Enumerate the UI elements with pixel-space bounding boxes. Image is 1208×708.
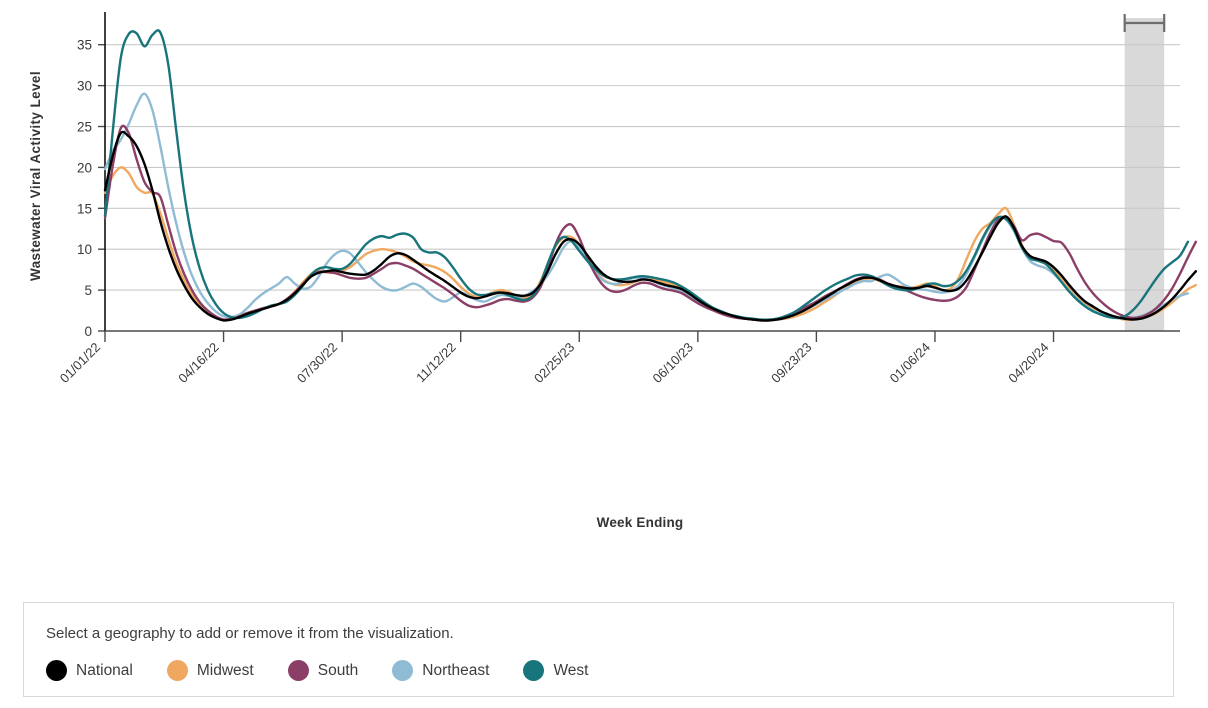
x-tick-label: 01/06/24 [887, 340, 933, 386]
x-tick-label: 01/01/22 [57, 340, 103, 386]
x-axis-title: Week Ending [597, 515, 684, 530]
legend-item-label: West [553, 661, 589, 679]
legend-item-label: South [317, 661, 359, 679]
legend-color-dot-icon [392, 660, 414, 681]
series-line-midwest [103, 166, 1198, 322]
legend-color-dot-icon [523, 660, 545, 681]
legend-item-national[interactable]: National [42, 658, 137, 683]
y-tick-label: 0 [84, 324, 92, 339]
y-tick-label: 25 [77, 120, 92, 135]
legend-item-midwest[interactable]: Midwest [163, 658, 258, 683]
series-line-northeast [103, 92, 1190, 322]
series-line-south [103, 124, 1198, 322]
series-line-national [103, 130, 1198, 322]
x-tick-label: 04/16/22 [175, 340, 221, 386]
series-line-west [103, 29, 1190, 321]
x-tick-label: 07/30/22 [294, 340, 340, 386]
gridlines [105, 44, 1180, 332]
y-tick-label: 10 [77, 242, 92, 257]
x-tick-label: 09/23/23 [768, 340, 814, 386]
legend-item-northeast[interactable]: Northeast [388, 658, 493, 683]
legend-item-list: National Midwest South Northeast West [42, 658, 618, 683]
wastewater-activity-chart-page: 0 5 10 15 20 25 30 35 01/01/22 04/16/22 07/30/22 1… [0, 0, 1208, 708]
y-tick-label: 5 [84, 283, 92, 298]
chart-region: 0 5 10 15 20 25 30 35 01/01/22 04/16/22 07/30/22 1… [0, 0, 1208, 560]
legend-item-label: National [76, 661, 133, 679]
recent-weeks-highlight-band [1123, 14, 1166, 331]
legend-instruction: Select a geography to add or remove it f… [46, 625, 454, 642]
y-axis-ticks: 0 5 10 15 20 25 30 35 [77, 38, 105, 339]
y-tick-label: 20 [77, 160, 92, 175]
x-tick-label: 11/12/22 [413, 340, 459, 386]
y-tick-label: 35 [77, 38, 92, 53]
x-axis-ticks: 01/01/22 04/16/22 07/30/22 11/12/22 02/25/23… [57, 331, 1055, 386]
legend-item-west[interactable]: West [519, 658, 592, 683]
legend-panel: Select a geography to add or remove it f… [23, 602, 1174, 697]
y-tick-label: 15 [77, 201, 92, 216]
x-tick-label: 06/10/23 [650, 340, 696, 386]
legend-item-south[interactable]: South [284, 658, 363, 683]
line-chart-svg[interactable]: 0 5 10 15 20 25 30 35 01/01/22 04/16/22 07/30/22 1… [0, 0, 1208, 560]
y-axis-title: Wastewater Viral Activity Level [28, 71, 43, 281]
legend-color-dot-icon [287, 660, 309, 681]
legend-color-dot-icon [166, 660, 188, 681]
legend-item-label: Northeast [422, 661, 490, 679]
legend-color-dot-icon [46, 660, 67, 681]
x-tick-label: 04/20/24 [1005, 340, 1051, 386]
x-tick-label: 02/25/23 [531, 340, 577, 386]
legend-item-label: Midwest [196, 661, 254, 679]
y-tick-label: 30 [77, 79, 92, 94]
series-lines [103, 29, 1198, 322]
